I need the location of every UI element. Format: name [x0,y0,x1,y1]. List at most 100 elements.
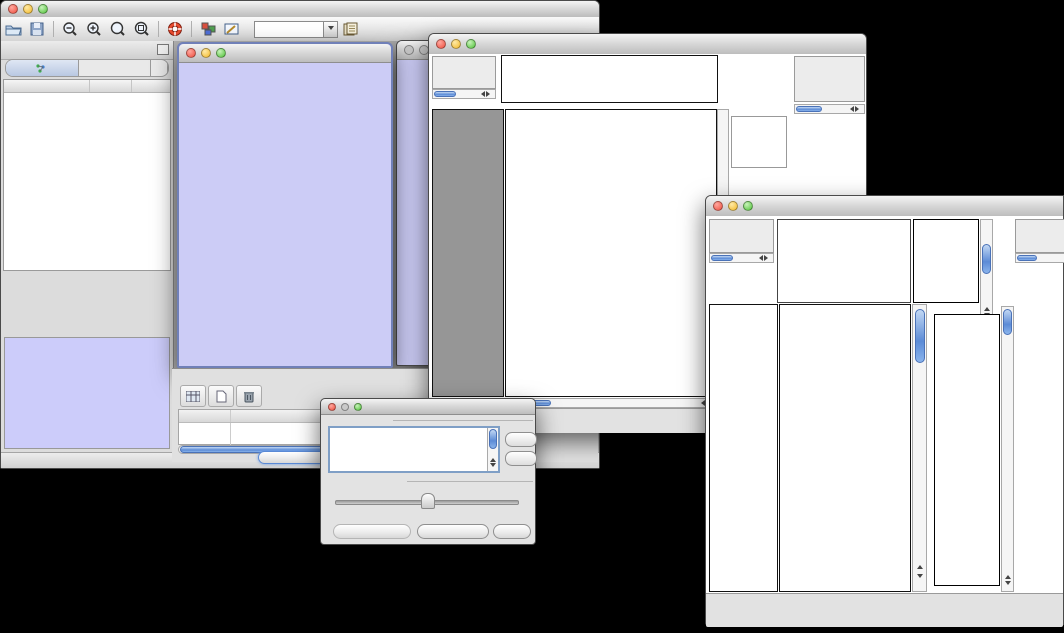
scroll-thumb[interactable] [1003,309,1012,335]
tv2-row-dendrogram[interactable] [709,304,778,592]
tab-network[interactable] [6,60,79,76]
zoom-button[interactable] [216,48,226,58]
tv2-row-dendrogram-canvas[interactable] [710,305,777,591]
scroll-up-icon[interactable] [1005,572,1011,579]
search-dropdown-icon[interactable] [323,21,338,38]
minimize-button[interactable] [341,403,349,411]
search-input[interactable] [254,21,323,38]
tv1-row-dendrogram[interactable] [432,109,504,397]
scroll-left-icon[interactable] [478,91,485,97]
tv1-heatmap-canvas[interactable] [506,110,716,396]
scroll-left-icon[interactable] [756,255,763,261]
zoom-button[interactable] [466,39,476,49]
tv2-zoom-scrollbar[interactable] [1001,306,1014,592]
close-button[interactable] [8,4,18,14]
scroll-right-icon[interactable] [764,255,771,261]
scroll-thumb[interactable] [982,244,991,274]
minimize-button[interactable] [23,4,33,14]
birdseye-view[interactable] [4,337,170,449]
scroll-down-icon[interactable] [1005,581,1011,588]
float-panel-icon[interactable] [157,44,169,55]
tv2-vscrollbar[interactable] [912,304,927,592]
scroll-up-icon[interactable] [490,455,496,462]
tv1-heatmap[interactable] [505,109,717,397]
scroll-up-icon[interactable] [917,562,923,569]
scroll-down-icon[interactable] [490,463,496,470]
scroll-left-icon[interactable] [698,400,705,406]
move-up-button[interactable] [505,432,537,447]
tab-overflow-arrow[interactable] [151,60,168,76]
tv2-titlebar[interactable] [706,196,1063,217]
scroll-thumb[interactable] [1017,255,1037,261]
desktop [0,0,1064,633]
new-doc-icon[interactable] [208,385,234,407]
tv2-heatmap-canvas[interactable] [780,305,910,591]
netwin1-titlebar[interactable] [179,44,391,63]
network-tab-icon [36,64,45,73]
tab-vizmapper[interactable] [79,60,152,76]
animate-vizmap-button[interactable] [333,524,411,539]
minimize-button[interactable] [451,39,461,49]
close-button[interactable] [713,201,723,211]
tv2-status-scrollbar[interactable] [709,253,774,263]
tv1-status-scrollbar[interactable] [432,89,496,99]
close-button[interactable] [328,403,336,411]
scroll-left-icon[interactable] [847,106,854,112]
create-vizmap-button[interactable] [417,524,489,539]
scroll-thumb[interactable] [796,106,822,112]
tv1-matrix-canvas[interactable] [732,117,786,167]
attribute-list[interactable] [328,426,500,473]
scroll-right-icon[interactable] [855,106,862,112]
tv2-column-dendrogram-area[interactable] [777,219,911,303]
network-list-header[interactable] [4,80,170,93]
zoom-in-icon[interactable] [82,19,106,39]
close-button[interactable] [404,45,414,55]
close-button[interactable] [186,48,196,58]
minimize-button[interactable] [201,48,211,58]
save-icon[interactable] [25,19,49,39]
done-button[interactable] [493,524,531,539]
close-button[interactable] [436,39,446,49]
move-down-button[interactable] [505,451,537,466]
scroll-thumb[interactable] [434,91,456,97]
vizmapper-palette-icon[interactable] [196,19,220,39]
main-titlebar[interactable] [1,1,599,18]
scroll-thumb[interactable] [489,429,497,449]
tv2-zoom-heatmap[interactable] [934,314,1000,586]
zoom-button[interactable] [743,201,753,211]
tv1-column-labels [725,55,772,107]
zoom-selected-icon[interactable] [106,19,130,39]
zoom-out-icon[interactable] [58,19,82,39]
open-folder-icon[interactable] [1,19,25,39]
help-lifering-icon[interactable] [163,19,187,39]
dialog-titlebar[interactable] [321,399,535,415]
attribute-list-scrollbar[interactable] [487,428,498,471]
scroll-up-icon[interactable] [984,304,990,311]
tv1-hints-scrollbar[interactable] [794,104,865,114]
zoom-button[interactable] [354,403,362,411]
tv2-collabel-scrollbar[interactable] [980,219,993,324]
scroll-down-icon[interactable] [917,574,923,581]
tv1-column-dendrogram[interactable] [501,55,718,103]
zoom-button[interactable] [38,4,48,14]
trash-icon[interactable] [236,385,262,407]
birdseye-canvas[interactable] [5,338,167,446]
tv1-column-dendrogram-canvas[interactable] [502,56,717,102]
annotation-icon[interactable] [220,19,244,39]
tv1-row-dendrogram-canvas[interactable] [433,110,503,396]
tv1-correlation-matrix[interactable] [731,116,787,168]
tv2-zoom-heatmap-canvas[interactable] [935,315,999,585]
control-panel [1,41,174,453]
minimize-button[interactable] [728,201,738,211]
tv1-titlebar[interactable] [429,34,866,55]
tv2-heatmap[interactable] [779,304,911,592]
scroll-thumb[interactable] [711,255,733,261]
tv2-hints-scrollbar[interactable] [1015,253,1064,263]
zoom-fit-icon[interactable] [130,19,154,39]
network-view-canvas-1[interactable] [179,62,391,366]
scroll-right-icon[interactable] [486,91,493,97]
scroll-thumb[interactable] [915,309,925,363]
search-index-icon[interactable] [338,19,362,39]
table-icon[interactable] [180,385,206,407]
animation-speed-slider-thumb[interactable] [421,493,435,509]
